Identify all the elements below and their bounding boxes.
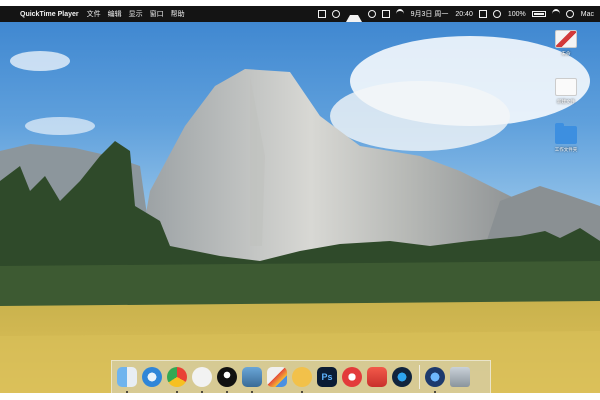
photoshop-icon[interactable]: Ps — [317, 367, 337, 387]
finder-icon[interactable] — [117, 367, 137, 393]
uninstall-icon[interactable] — [367, 367, 387, 387]
desktop-item-document[interactable]: 新建文件 — [544, 78, 588, 105]
sync-icon[interactable] — [367, 10, 376, 18]
running-indicator — [226, 391, 228, 393]
document-icon — [555, 78, 577, 96]
running-indicator — [126, 391, 128, 393]
battery-percent[interactable]: 100% — [508, 11, 526, 18]
screen-record-icon[interactable] — [317, 10, 326, 18]
user-name[interactable]: Mac — [581, 11, 594, 18]
spotlight-icon[interactable] — [565, 10, 574, 18]
dock-separator — [419, 365, 420, 389]
dock: Ps — [111, 360, 491, 393]
running-indicator — [201, 391, 203, 393]
desktop: QuickTime Player 文件 编辑 显示 窗口 帮助 9月3日 周一 … — [0, 6, 600, 393]
desktop-item-label: 工作文件夹 — [554, 147, 578, 152]
desktop-item-label: 未命 — [561, 51, 571, 56]
running-indicator — [434, 391, 436, 393]
quicktime-icon[interactable] — [425, 367, 445, 393]
menu-help[interactable]: 帮助 — [171, 9, 185, 19]
running-indicator — [301, 391, 303, 393]
menu-edit[interactable]: 编辑 — [108, 9, 122, 19]
battery-icon[interactable] — [531, 11, 546, 17]
bluetooth-icon[interactable] — [492, 10, 501, 18]
music-icon[interactable] — [342, 367, 362, 387]
wifi-icon[interactable] — [395, 9, 404, 19]
app-menu-quicktime[interactable]: QuickTime Player — [20, 11, 79, 18]
menu-view[interactable]: 显示 — [129, 9, 143, 19]
qq-icon[interactable] — [217, 367, 237, 393]
menu-file[interactable]: 文件 — [87, 9, 101, 19]
running-indicator — [251, 391, 253, 393]
desktop-item-screenshot[interactable]: 未命 — [544, 30, 588, 57]
photos-icon[interactable] — [267, 367, 287, 387]
keyboard-icon[interactable] — [478, 10, 487, 18]
screenshot-icon — [555, 30, 577, 48]
player-icon[interactable] — [392, 367, 412, 387]
running-indicator — [176, 391, 178, 393]
chrome-icon[interactable] — [167, 367, 187, 393]
safari-icon[interactable] — [142, 367, 162, 387]
desktop-item-label: 新建文件 — [557, 99, 575, 104]
activity-icon[interactable] — [331, 10, 340, 18]
wallpaper — [0, 36, 600, 393]
cloud-icon[interactable] — [381, 10, 390, 18]
wechat-icon[interactable] — [192, 367, 212, 393]
date-label[interactable]: 9月3日 周一 — [411, 9, 449, 19]
upload-icon[interactable] — [345, 7, 362, 22]
trash-icon[interactable] — [450, 367, 470, 387]
time-label[interactable]: 20:40 — [455, 11, 473, 18]
menu-window[interactable]: 窗口 — [150, 9, 164, 19]
preview-icon[interactable] — [242, 367, 262, 393]
menu-bar: QuickTime Player 文件 编辑 显示 窗口 帮助 9月3日 周一 … — [0, 6, 600, 22]
wifi-status-icon[interactable] — [551, 9, 560, 19]
notes-icon[interactable] — [292, 367, 312, 393]
desktop-item-folder[interactable]: 工作文件夹 — [544, 123, 588, 153]
folder-icon — [555, 123, 577, 144]
